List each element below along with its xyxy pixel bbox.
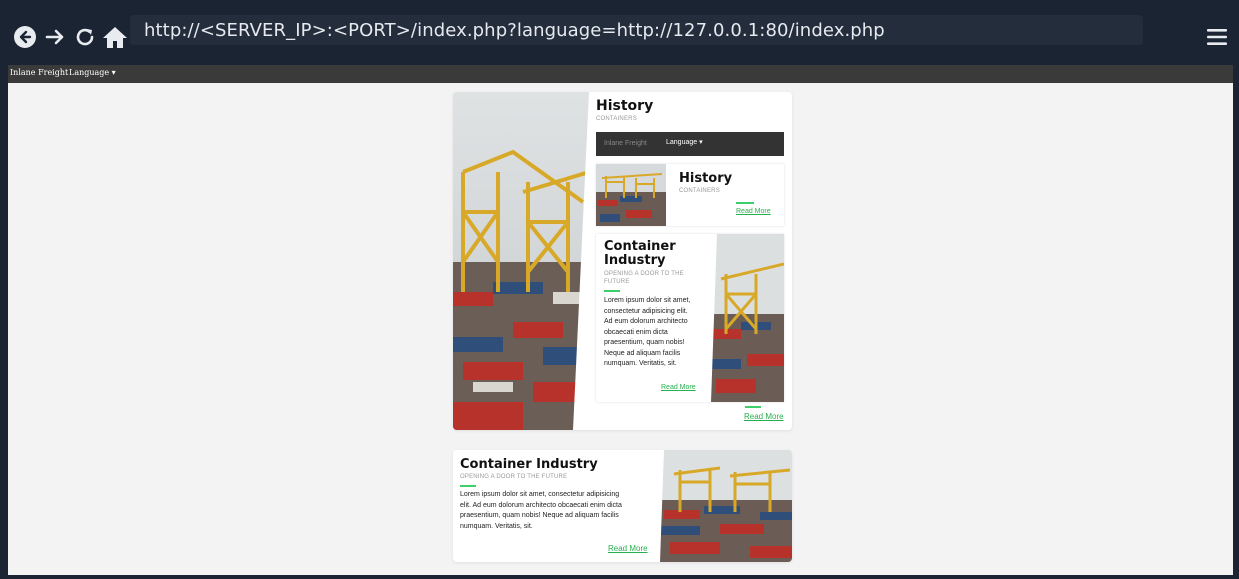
back-icon[interactable] (12, 24, 38, 50)
nested-industry-subtitle-line2: FUTURE (604, 279, 630, 285)
body-line: numquam. Veritatis, sit. (604, 360, 677, 367)
history-card: History CONTAINERS Inlane Freight Langua… (453, 92, 792, 430)
nested-industry-title-line2: Industry (604, 253, 666, 268)
nav-buttons (12, 24, 128, 50)
body-line: Ad eum dolorum architecto (604, 318, 688, 325)
body-line: consectetur adipisicing elit. (604, 307, 688, 315)
history-read-more-link[interactable]: Read More (744, 412, 784, 421)
industry-subtitle: OPENING A DOOR TO THE FUTURE (460, 474, 568, 480)
nested-history-card: History CONTAINERS Read More (596, 164, 784, 226)
nested-language-dropdown[interactable]: Language ▾ (666, 138, 703, 146)
body-line: praesentium, quam nobis! Neque ad aliqua… (460, 512, 619, 519)
port-cranes-image (453, 92, 589, 430)
industry-title: Container Industry (460, 457, 598, 472)
accent-line (604, 290, 620, 292)
url-text[interactable]: http://<SERVER_IP>:<PORT>/index.php?lang… (144, 20, 885, 41)
body-line: Lorem ipsum dolor sit amet, consectetur … (460, 491, 620, 498)
body-line: numquam. Veritatis, sit. (460, 522, 533, 530)
accent-line (745, 406, 761, 408)
page-viewport: Inlane Freight Language ▾ History CONTAI… (8, 65, 1233, 575)
nested-history-title: History (679, 171, 733, 186)
body-line: obcaecati enim dicta (604, 328, 668, 336)
nested-navbar: Inlane Freight Language ▾ (596, 132, 784, 156)
nested-industry-read-more-link[interactable]: Read More (661, 384, 696, 391)
nested-industry-card: Container Industry OPENING A DOOR TO THE… (596, 234, 784, 402)
nested-history-subtitle: CONTAINERS (679, 188, 720, 194)
hamburger-menu-icon[interactable] (1206, 27, 1228, 47)
industry-body: Lorem ipsum dolor sit amet, consectetur … (460, 490, 660, 532)
history-subtitle: CONTAINERS (596, 116, 637, 122)
nested-industry-title-line1: Container (604, 239, 676, 254)
accent-line (460, 485, 476, 487)
accent-line (736, 202, 754, 204)
nested-history-read-more-link[interactable]: Read More (736, 208, 771, 215)
language-dropdown[interactable]: Language ▾ (69, 68, 116, 77)
reload-icon[interactable] (72, 24, 98, 50)
history-title: History (596, 98, 654, 114)
browser-toolbar: http://<SERVER_IP>:<PORT>/index.php?lang… (0, 0, 1239, 65)
body-line: Neque ad aliquam facilis (604, 349, 681, 357)
site-navbar: Inlane Freight Language ▾ (8, 65, 1233, 83)
site-brand-link[interactable]: Inlane Freight (10, 68, 68, 77)
nested-industry-body: Lorem ipsum dolor sit amet, consectetur … (604, 296, 714, 370)
address-bar[interactable]: http://<SERVER_IP>:<PORT>/index.php?lang… (130, 15, 1143, 45)
home-icon[interactable] (102, 24, 128, 50)
body-line: elit. Ad eum dolorum architecto obcaecat… (460, 501, 622, 509)
nested-port-image (596, 164, 666, 226)
container-industry-card: Container Industry OPENING A DOOR TO THE… (453, 450, 792, 562)
body-line: Lorem ipsum dolor sit amet, (604, 297, 691, 304)
industry-read-more-link[interactable]: Read More (608, 544, 648, 553)
industry-port-image (660, 450, 792, 562)
nested-brand-link[interactable]: Inlane Freight (604, 140, 647, 147)
forward-icon[interactable] (42, 24, 68, 50)
body-line: praesentium, quam nobis! (604, 339, 685, 346)
nested-industry-subtitle-line1: OPENING A DOOR TO THE (604, 271, 684, 277)
nested-industry-image (711, 234, 784, 402)
